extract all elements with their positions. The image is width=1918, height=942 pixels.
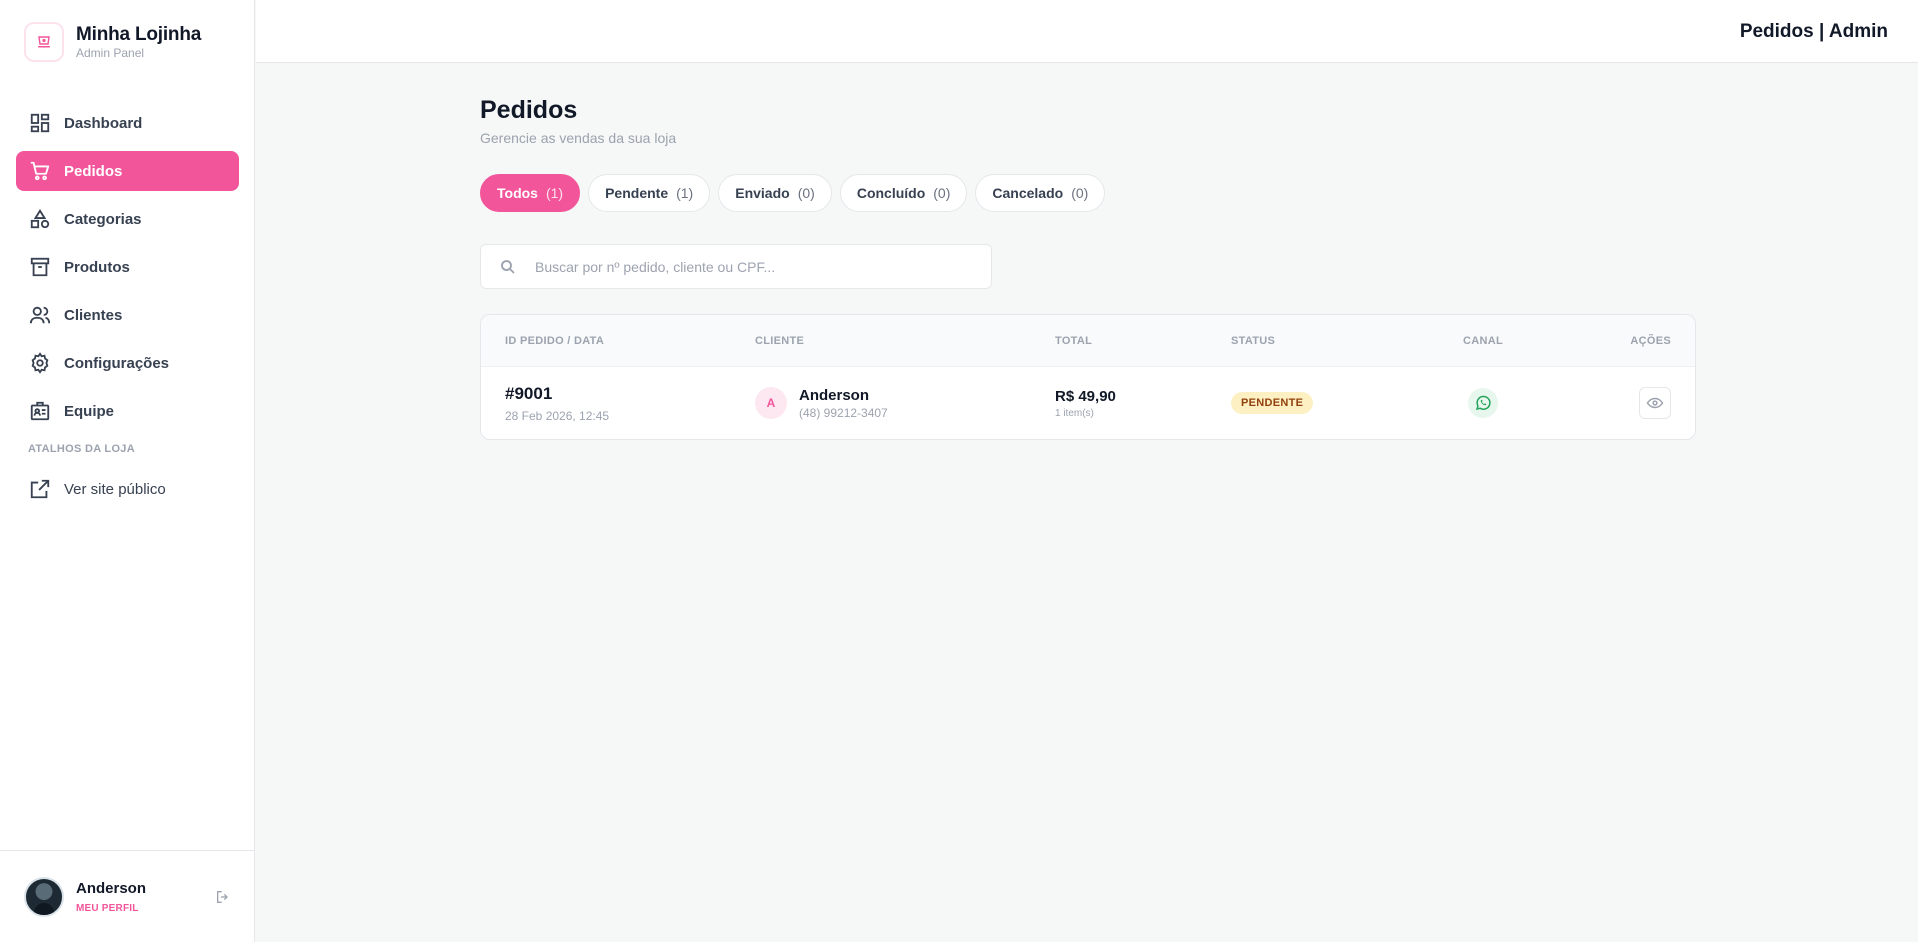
order-id: #9001 — [505, 383, 553, 403]
client-avatar: A — [755, 387, 787, 419]
table-header: ID PEDIDO / DATA CLIENTE TOTAL STATUS CA… — [481, 315, 1695, 367]
filter-label: Todos — [497, 185, 538, 201]
actions-cell — [1639, 387, 1671, 419]
order-date: 28 Feb 2026, 12:45 — [505, 408, 610, 423]
shapes-icon — [29, 208, 51, 230]
sidebar-item-label: Dashboard — [64, 114, 143, 132]
filter-count: (0) — [1071, 185, 1089, 201]
sidebar-item-categorias[interactable]: Categorias — [16, 199, 239, 239]
sidebar-item-label: Ver site público — [64, 480, 166, 498]
topbar: Pedidos | Admin — [256, 0, 1918, 63]
filter-count: (0) — [797, 185, 815, 201]
filter-label: Pendente — [605, 185, 669, 201]
brand[interactable]: Minha Lojinha Admin Panel — [24, 22, 201, 62]
external-link-icon — [29, 478, 51, 500]
main-content: Pedidos Gerencie as vendas da sua loja T… — [480, 95, 1696, 440]
archive-icon — [29, 256, 51, 278]
page-title: Pedidos — [480, 96, 578, 124]
sidebar-item-dashboard[interactable]: Dashboard — [16, 103, 239, 143]
client-cell: A Anderson (48) 99212-3407 — [755, 387, 888, 420]
table-row[interactable]: #9001 28 Feb 2026, 12:45 A Anderson (48)… — [481, 367, 1695, 439]
sidebar-nav: Dashboard Pedidos Categorias Produtos Cl… — [16, 103, 239, 517]
sidebar-item-label: Categorias — [64, 210, 142, 228]
avatar[interactable] — [24, 876, 64, 917]
filter-count: (1) — [545, 185, 564, 201]
profile-section: Anderson MEU PERFIL — [0, 850, 255, 942]
sidebar: Minha Lojinha Admin Panel Dashboard Pedi… — [0, 0, 255, 942]
sidebar-item-label: Configurações — [64, 354, 170, 372]
client-phone: (48) 99212-3407 — [799, 405, 888, 420]
header-client: CLIENTE — [755, 334, 805, 347]
filter-pendente[interactable]: Pendente (1) — [588, 174, 711, 212]
users-icon — [29, 304, 51, 326]
filter-label: Cancelado — [992, 185, 1064, 201]
order-id-cell: #9001 28 Feb 2026, 12:45 — [505, 384, 609, 423]
header-status: STATUS — [1231, 334, 1276, 347]
header-total: TOTAL — [1055, 334, 1093, 347]
filter-cancelado[interactable]: Cancelado (0) — [975, 174, 1106, 212]
sidebar-item-produtos[interactable]: Produtos — [16, 247, 239, 287]
filter-enviado[interactable]: Enviado (0) — [718, 174, 832, 212]
whatsapp-icon[interactable] — [1468, 388, 1498, 418]
my-profile-link[interactable]: MEU PERFIL — [76, 903, 146, 914]
total-cell: R$ 49,90 1 item(s) — [1055, 388, 1116, 419]
client-name: Anderson — [799, 386, 870, 404]
filter-label: Enviado — [735, 185, 790, 201]
badge-icon — [29, 400, 51, 422]
cart-icon — [29, 160, 51, 182]
sidebar-section-label: ATALHOS DA LOJA — [28, 443, 135, 455]
sidebar-item-pedidos[interactable]: Pedidos — [16, 151, 239, 191]
filter-label: Concluído — [856, 185, 926, 201]
logout-icon[interactable] — [215, 889, 231, 905]
sidebar-item-configuracoes[interactable]: Configurações — [16, 343, 239, 383]
filter-count: (1) — [676, 185, 694, 201]
sidebar-item-equipe[interactable]: Equipe — [16, 391, 239, 431]
view-order-button[interactable] — [1639, 387, 1671, 419]
status-badge: PENDENTE — [1231, 392, 1314, 414]
sidebar-item-label: Pedidos — [64, 162, 123, 180]
sidebar-item-label: Clientes — [64, 306, 123, 324]
profile-name: Anderson — [76, 879, 147, 897]
brand-name: Minha Lojinha — [76, 24, 202, 45]
filter-concluido[interactable]: Concluído (0) — [839, 174, 968, 212]
order-total: R$ 49,90 — [1055, 387, 1116, 405]
dashboard-icon — [29, 112, 51, 134]
sidebar-item-label: Equipe — [64, 402, 115, 420]
brand-subtitle: Admin Panel — [76, 46, 145, 60]
sidebar-item-ver-site[interactable]: Ver site público — [16, 469, 239, 509]
topbar-title: Pedidos | Admin — [1739, 21, 1888, 42]
order-items: 1 item(s) — [1055, 407, 1094, 419]
status-filters: Todos (1) Pendente (1) Enviado (0) Concl… — [480, 174, 1696, 212]
header-channel: CANAL — [1463, 334, 1503, 347]
gear-icon — [29, 352, 51, 374]
search-input[interactable] — [535, 258, 975, 275]
channel-cell — [1468, 388, 1498, 418]
header-id: ID PEDIDO / DATA — [505, 334, 605, 347]
orders-table: ID PEDIDO / DATA CLIENTE TOTAL STATUS CA… — [480, 314, 1696, 440]
page-subtitle: Gerencie as vendas da sua loja — [480, 130, 677, 146]
status-cell: PENDENTE — [1231, 392, 1314, 414]
store-logo-icon — [24, 22, 64, 62]
sidebar-item-label: Produtos — [64, 258, 130, 276]
filter-todos[interactable]: Todos (1) — [480, 174, 581, 212]
search-icon — [499, 258, 517, 276]
search-box — [480, 244, 992, 289]
filter-count: (0) — [933, 185, 951, 201]
header-actions: AÇÕES — [1630, 334, 1671, 347]
sidebar-item-clientes[interactable]: Clientes — [16, 295, 239, 335]
eye-icon — [1646, 394, 1664, 412]
